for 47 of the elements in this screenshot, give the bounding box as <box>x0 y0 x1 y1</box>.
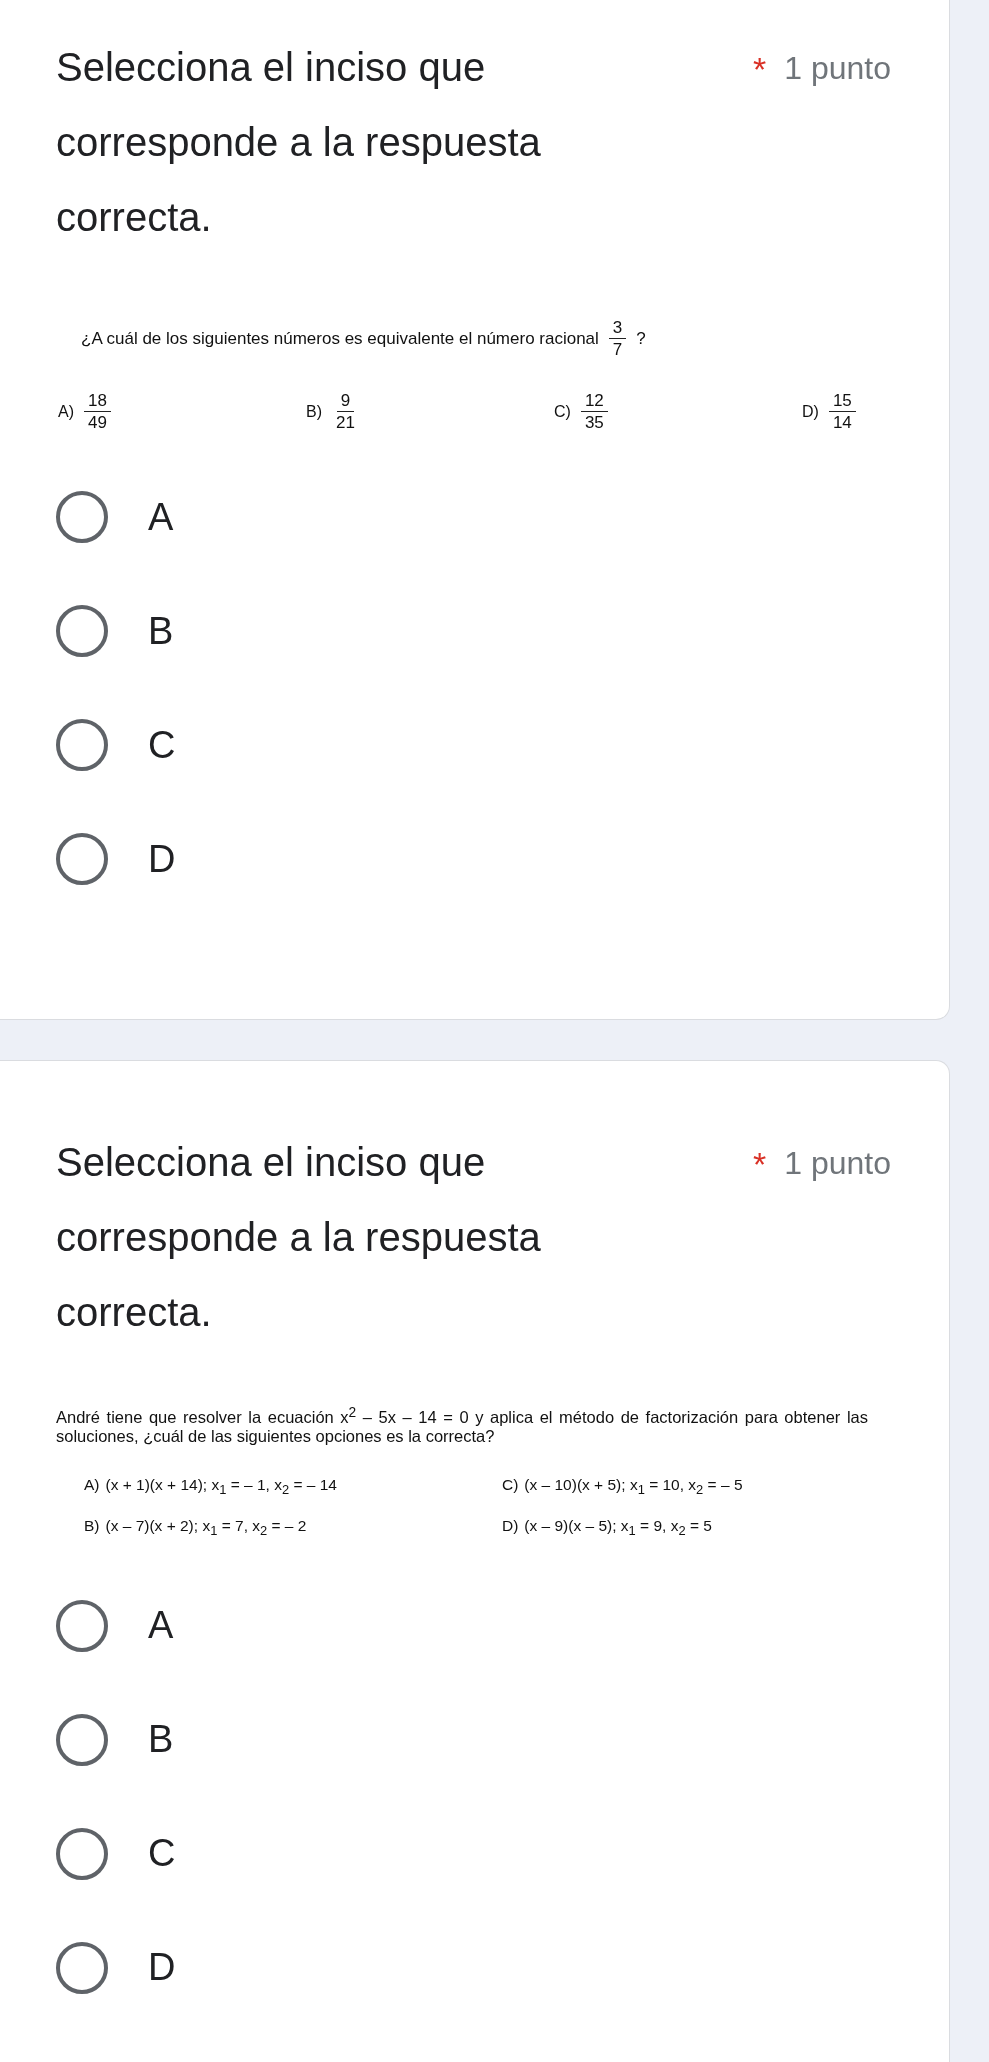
option-label[interactable]: D <box>148 837 176 881</box>
numerator: 15 <box>828 390 856 412</box>
answer-letter: C) <box>502 1475 519 1495</box>
answer-letter: B) <box>306 402 322 421</box>
option-label[interactable]: C <box>148 723 176 767</box>
radio-button[interactable] <box>56 1941 108 1994</box>
answer-letter: A) <box>84 1475 100 1495</box>
question-mark: ? <box>636 328 646 349</box>
answer-letter: A) <box>58 402 74 421</box>
denominator: 49 <box>87 412 108 433</box>
required-mark: * <box>753 1146 767 1181</box>
question-title: Selecciona el inciso que corresponde a la respuesta correcta. <box>56 44 542 241</box>
radio-button[interactable] <box>56 605 108 657</box>
points-label: 1 punto <box>784 50 891 87</box>
numerator: 3 <box>608 317 627 339</box>
numerator: 18 <box>84 390 111 412</box>
answer-letter: B) <box>84 1516 100 1536</box>
option-label[interactable]: B <box>148 609 174 653</box>
option-label[interactable]: D <box>148 1946 176 1990</box>
radio-button[interactable] <box>56 1599 108 1652</box>
answer-letter: C) <box>554 402 571 421</box>
answer-text: (x + 1)(x + 14); x$_{1}$ = – 1, x$_{2}$ = – 14 <box>105 1475 337 1497</box>
option-label[interactable]: A <box>148 495 174 539</box>
radio-button[interactable] <box>56 833 108 885</box>
answer-letter: D) <box>502 1516 519 1536</box>
radio-button[interactable] <box>56 491 108 543</box>
answer-letter: D) <box>802 402 819 421</box>
radio-button[interactable] <box>56 1827 108 1880</box>
denominator: 21 <box>335 412 356 433</box>
denominator: 35 <box>583 412 605 433</box>
option-label[interactable]: A <box>148 1604 174 1648</box>
option-label[interactable]: C <box>148 1832 176 1876</box>
radio-button[interactable] <box>56 1713 108 1766</box>
question-title: Selecciona el inciso que corresponde a la respuesta correcta. <box>56 1139 542 1336</box>
denominator: 7 <box>611 339 624 360</box>
answer-text: (x – 10)(x + 5); x$_{1}$ = 10, x$_{2}$ = – 5 <box>524 1475 743 1497</box>
option-label[interactable]: B <box>148 1718 174 1762</box>
question-text: André tiene que resolver la ecuación x$^{2}$ – 5x – 14 = 0 y aplica el método de factorización para obtener las soluciones, ¿cuál de las siguientes opciones es la correcta? <box>56 1407 868 1445</box>
answer-text: (x – 9)(x – 5); x$_{1}$ = 9, x$_{2}$ = 5 <box>524 1516 712 1538</box>
radio-button[interactable] <box>56 719 108 771</box>
numerator: 9 <box>336 390 355 412</box>
question-text: ¿A cuál de los siguientes números es equivalente el número racional <box>81 328 599 349</box>
denominator: 14 <box>831 412 853 433</box>
required-mark: * <box>753 51 767 86</box>
numerator: 12 <box>580 390 608 412</box>
points-label: 1 punto <box>784 1145 891 1182</box>
answer-text: (x – 7)(x + 2); x$_{1}$ = 7, x$_{2}$ = – 2 <box>105 1516 307 1538</box>
